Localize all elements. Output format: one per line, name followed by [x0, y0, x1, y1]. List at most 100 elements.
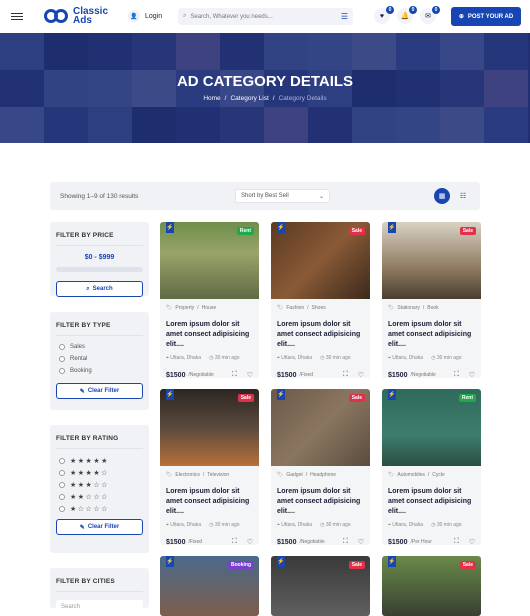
bookmark-icon[interactable]: ⚡ [166, 222, 174, 233]
list-view-icon[interactable]: ☷ [455, 188, 471, 204]
menu-icon[interactable] [11, 11, 23, 21]
bookmark-icon[interactable]: ⚡ [277, 389, 285, 400]
compare-icon[interactable]: ⛶ [454, 371, 459, 378]
listing-image[interactable]: ⚡ Sale [271, 222, 370, 299]
compare-icon[interactable]: ⛶ [454, 538, 459, 545]
compare-icon[interactable]: ⛶ [343, 371, 348, 378]
category-label[interactable]: Property [175, 305, 194, 311]
subcategory-label[interactable]: Television [207, 472, 229, 478]
site-logo[interactable]: Classic Ads [44, 7, 108, 26]
subcategory-label[interactable]: Headphone [310, 472, 336, 478]
listing-title[interactable]: Lorem ipsum dolor sit amet consect adipi… [277, 487, 364, 517]
listing-card[interactable]: ⚡ Sale [271, 556, 370, 616]
rating-option-4[interactable]: ★★★★☆ [59, 469, 143, 477]
listing-card[interactable]: ⚡ Sale 🏷 Stationary / Book Lorem ipsum dolor s… [382, 222, 481, 378]
subcategory-label[interactable]: House [202, 305, 216, 311]
radio-button[interactable] [59, 506, 65, 512]
radio-button[interactable] [59, 368, 65, 374]
category-label[interactable]: Stationary [397, 305, 420, 311]
star-rating-icon: ★☆☆☆☆ [70, 506, 109, 513]
category-label[interactable]: Automobiles [397, 472, 425, 478]
heart-icon[interactable]: ♡ [358, 371, 364, 378]
listing-title[interactable]: Lorem ipsum dolor sit amet consect adipi… [166, 487, 253, 517]
compare-icon[interactable]: ⛶ [232, 538, 237, 545]
heart-icon[interactable]: ♡ [247, 371, 253, 378]
bookmark-icon[interactable]: ⚡ [277, 556, 285, 567]
clear-filter-label: Clear Filter [87, 524, 120, 530]
radio-button[interactable] [59, 356, 65, 362]
bookmark-icon[interactable]: ⚡ [388, 556, 396, 567]
post-ad-button[interactable]: ⊕ POST YOUR AD [451, 7, 521, 26]
login-link[interactable]: 👤 Login [128, 10, 162, 22]
rating-clear-filter-button[interactable]: ✎ Clear Filter [56, 519, 143, 535]
compare-icon[interactable]: ⛶ [343, 538, 348, 545]
type-clear-filter-button[interactable]: ✎ Clear Filter [56, 383, 143, 399]
search-input[interactable]: Search, Whatever you needs... [190, 14, 272, 20]
heart-icon[interactable]: ♡ [358, 538, 364, 545]
heart-icon[interactable]: ♡ [469, 371, 475, 378]
type-option-booking[interactable]: Booking [59, 368, 143, 374]
rating-option-3[interactable]: ★★★☆☆ [59, 481, 143, 489]
city-search-input[interactable]: Search [56, 600, 143, 614]
listing-image[interactable]: ⚡ Sale [271, 556, 370, 616]
radio-button[interactable] [59, 470, 65, 476]
listing-card[interactable]: ⚡ Booking [160, 556, 259, 616]
bookmark-icon[interactable]: ⚡ [166, 389, 174, 400]
radio-button[interactable] [59, 344, 65, 350]
tag-icon: 🏷 [166, 472, 173, 478]
favorites-count-badge: 0 [386, 6, 394, 14]
filter-sliders-icon[interactable]: ☰ [341, 12, 348, 21]
category-label[interactable]: Fashion [286, 305, 304, 311]
bookmark-icon[interactable]: ⚡ [277, 222, 285, 233]
compare-icon[interactable]: ⛶ [232, 371, 237, 378]
listing-image[interactable]: ⚡ Rent [382, 389, 481, 466]
listing-card[interactable]: ⚡ Rent 🏷 Property / House Lorem ipsum dolor si… [160, 222, 259, 378]
rating-option-5[interactable]: ★★★★★ [59, 457, 143, 465]
location-icon: ⌖ [166, 355, 169, 361]
breadcrumb-home[interactable]: Home [203, 95, 220, 102]
listing-image[interactable]: ⚡ Booking [160, 556, 259, 616]
price-range-slider[interactable] [56, 267, 143, 272]
listing-price: $1500 [388, 538, 408, 546]
notifications-button[interactable]: 🔔 0 [397, 6, 417, 24]
listing-title[interactable]: Lorem ipsum dolor sit amet consect adipi… [277, 320, 364, 350]
category-label[interactable]: Gadget [286, 472, 302, 478]
listing-image[interactable]: ⚡ Sale [271, 389, 370, 466]
bookmark-icon[interactable]: ⚡ [388, 389, 396, 400]
subcategory-label[interactable]: Shoes [312, 305, 326, 311]
listing-title[interactable]: Lorem ipsum dolor sit amet consect adipi… [388, 320, 475, 350]
listing-image[interactable]: ⚡ Sale [160, 389, 259, 466]
listing-card[interactable]: ⚡ Rent 🏷 Automobiles / Cycle Lorem ipsum dolor… [382, 389, 481, 545]
listing-card[interactable]: ⚡ Sale 🏷 Electronics / Television Lorem ipsum … [160, 389, 259, 545]
listing-card[interactable]: ⚡ Sale [382, 556, 481, 616]
listing-title[interactable]: Lorem ipsum dolor sit amet consect adipi… [166, 320, 253, 350]
listing-card[interactable]: ⚡ Sale 🏷 Gadget / Headphone Lorem ipsum dolor … [271, 389, 370, 545]
price-search-button[interactable]: ⌕ Search [56, 281, 143, 297]
grid-view-icon[interactable]: ▦ [434, 188, 450, 204]
type-option-sales[interactable]: Sales [59, 344, 143, 350]
heart-icon[interactable]: ♡ [247, 538, 253, 545]
rating-option-2[interactable]: ★★☆☆☆ [59, 493, 143, 501]
rating-option-1[interactable]: ★☆☆☆☆ [59, 505, 143, 513]
listing-card[interactable]: ⚡ Sale 🏷 Fashion / Shoes Lorem ipsum dolor sit… [271, 222, 370, 378]
listing-title[interactable]: Lorem ipsum dolor sit amet consect adipi… [388, 487, 475, 517]
bookmark-icon[interactable]: ⚡ [388, 222, 396, 233]
search-bar[interactable]: ⌕ Search, Whatever you needs... ☰ [178, 8, 353, 25]
radio-button[interactable] [59, 482, 65, 488]
subcategory-label[interactable]: Book [427, 305, 438, 311]
listing-image[interactable]: ⚡ Sale [382, 222, 481, 299]
listing-image[interactable]: ⚡ Sale [382, 556, 481, 616]
type-option-rental[interactable]: Rental [59, 356, 143, 362]
heart-icon[interactable]: ♡ [469, 538, 475, 545]
radio-button[interactable] [59, 458, 65, 464]
messages-button[interactable]: ✉ 0 [420, 6, 440, 24]
radio-button[interactable] [59, 494, 65, 500]
category-label[interactable]: Electronics [175, 472, 199, 478]
favorites-button[interactable]: ♥ 0 [374, 6, 394, 24]
sort-select[interactable]: Short by Best Sell ⌄ [235, 189, 330, 203]
subcategory-label[interactable]: Cycle [432, 472, 445, 478]
breadcrumb-category-list[interactable]: Category List [230, 95, 268, 102]
bookmark-icon[interactable]: ⚡ [166, 556, 174, 567]
listing-image[interactable]: ⚡ Rent [160, 222, 259, 299]
chevron-down-icon: ⌄ [318, 193, 324, 200]
